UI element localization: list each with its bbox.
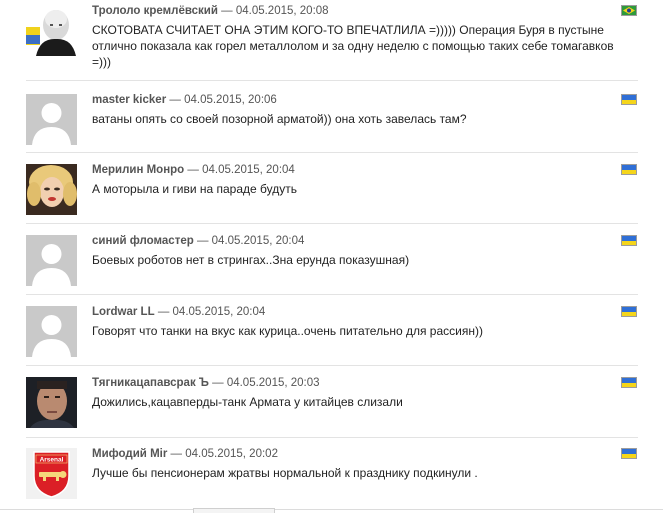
author-name[interactable]: Lordwar LL xyxy=(92,306,155,318)
comment-meta: Lordwar LL — 04.05.2015, 20:04 xyxy=(92,306,265,318)
comment-date: 04.05.2015, 20:02 xyxy=(185,448,278,460)
avatar[interactable] xyxy=(26,94,77,145)
author-name[interactable]: master kicker xyxy=(92,94,166,106)
default-user-icon xyxy=(26,306,77,357)
default-user-icon xyxy=(26,235,77,286)
divider xyxy=(26,223,638,224)
separator: — xyxy=(221,5,233,17)
ukraine-flag-icon xyxy=(621,235,637,246)
brazil-flag-icon xyxy=(621,5,637,16)
avatar[interactable] xyxy=(26,164,77,215)
avatar[interactable] xyxy=(26,306,77,357)
author-name[interactable]: Трололо кремлёвский xyxy=(92,5,218,17)
separator: — xyxy=(157,306,170,318)
avatar[interactable] xyxy=(26,5,77,56)
comment-date: 04.05.2015, 20:04 xyxy=(172,306,266,318)
divider xyxy=(26,294,638,295)
comment-meta: Тягникацапавсрак Ъ — 04.05.2015, 20:03 xyxy=(92,377,320,389)
divider xyxy=(26,152,638,153)
ukraine-flag-icon xyxy=(621,377,637,388)
divider xyxy=(26,80,638,81)
separator: — xyxy=(169,94,181,106)
bald-man-photo-icon xyxy=(26,5,77,56)
author-name[interactable]: Мерилин Монро xyxy=(92,164,184,176)
separator: — xyxy=(212,377,224,389)
comment-text: А моторыла и гиви на параде будуть xyxy=(92,182,297,196)
comment-text: ватаны опять со своей позорной арматой))… xyxy=(92,112,467,126)
comment-meta: Мифодий Mir — 04.05.2015, 20:02 xyxy=(92,448,278,460)
avatar[interactable]: Arsenal xyxy=(26,448,77,499)
divider xyxy=(26,437,638,438)
ukraine-flag-icon xyxy=(621,448,637,459)
bottom-tab[interactable] xyxy=(193,508,275,513)
default-user-icon xyxy=(26,94,77,145)
comment-text: Боевых роботов нет в стрингах..Зна ерунд… xyxy=(92,253,410,267)
comment-text: Лучше бы пенсионерам жратвы нормальной к… xyxy=(92,466,478,480)
avatar[interactable] xyxy=(26,377,77,428)
author-name[interactable]: Тягникацапавсрак Ъ xyxy=(92,377,209,389)
ukraine-flag-icon xyxy=(621,94,637,105)
separator: — xyxy=(196,235,209,247)
comment-date: 04.05.2015, 20:06 xyxy=(184,94,277,106)
avatar[interactable] xyxy=(26,235,77,286)
author-name[interactable]: Мифодий Mir xyxy=(92,448,167,460)
comment-text: Говорят что танки на вкус как курица..оч… xyxy=(92,324,483,338)
author-name[interactable]: синий фломастер xyxy=(92,235,194,247)
comment-date: 04.05.2015, 20:04 xyxy=(211,235,305,247)
man-portrait-photo-icon xyxy=(26,377,77,428)
comment-date: 04.05.2015, 20:04 xyxy=(202,164,295,176)
separator: — xyxy=(170,448,183,460)
arsenal-crest-label: Arsenal xyxy=(40,457,64,464)
bottom-border xyxy=(0,509,663,510)
comment-text: Дожились,кацавперды-танк Армата у китайц… xyxy=(92,395,403,409)
comment-text: СКОТОВАТА СЧИТАЕТ ОНА ЭТИМ КОГО-ТО ВПЕЧА… xyxy=(92,23,614,69)
arsenal-crest-icon: Arsenal xyxy=(26,448,77,499)
divider xyxy=(26,365,638,366)
comment-meta: Трололо кремлёвский — 04.05.2015, 20:08 xyxy=(92,5,329,17)
comment-meta: master kicker — 04.05.2015, 20:06 xyxy=(92,94,277,106)
ukraine-flag-icon xyxy=(621,306,637,317)
ukraine-flag-icon xyxy=(621,164,637,175)
blonde-woman-photo-icon xyxy=(26,164,77,215)
comment-meta: Мерилин Монро — 04.05.2015, 20:04 xyxy=(92,164,295,176)
comment-date: 04.05.2015, 20:03 xyxy=(226,377,320,389)
comment-meta: синий фломастер — 04.05.2015, 20:04 xyxy=(92,235,304,247)
comment-date: 04.05.2015, 20:08 xyxy=(235,5,329,17)
separator: — xyxy=(187,164,199,176)
